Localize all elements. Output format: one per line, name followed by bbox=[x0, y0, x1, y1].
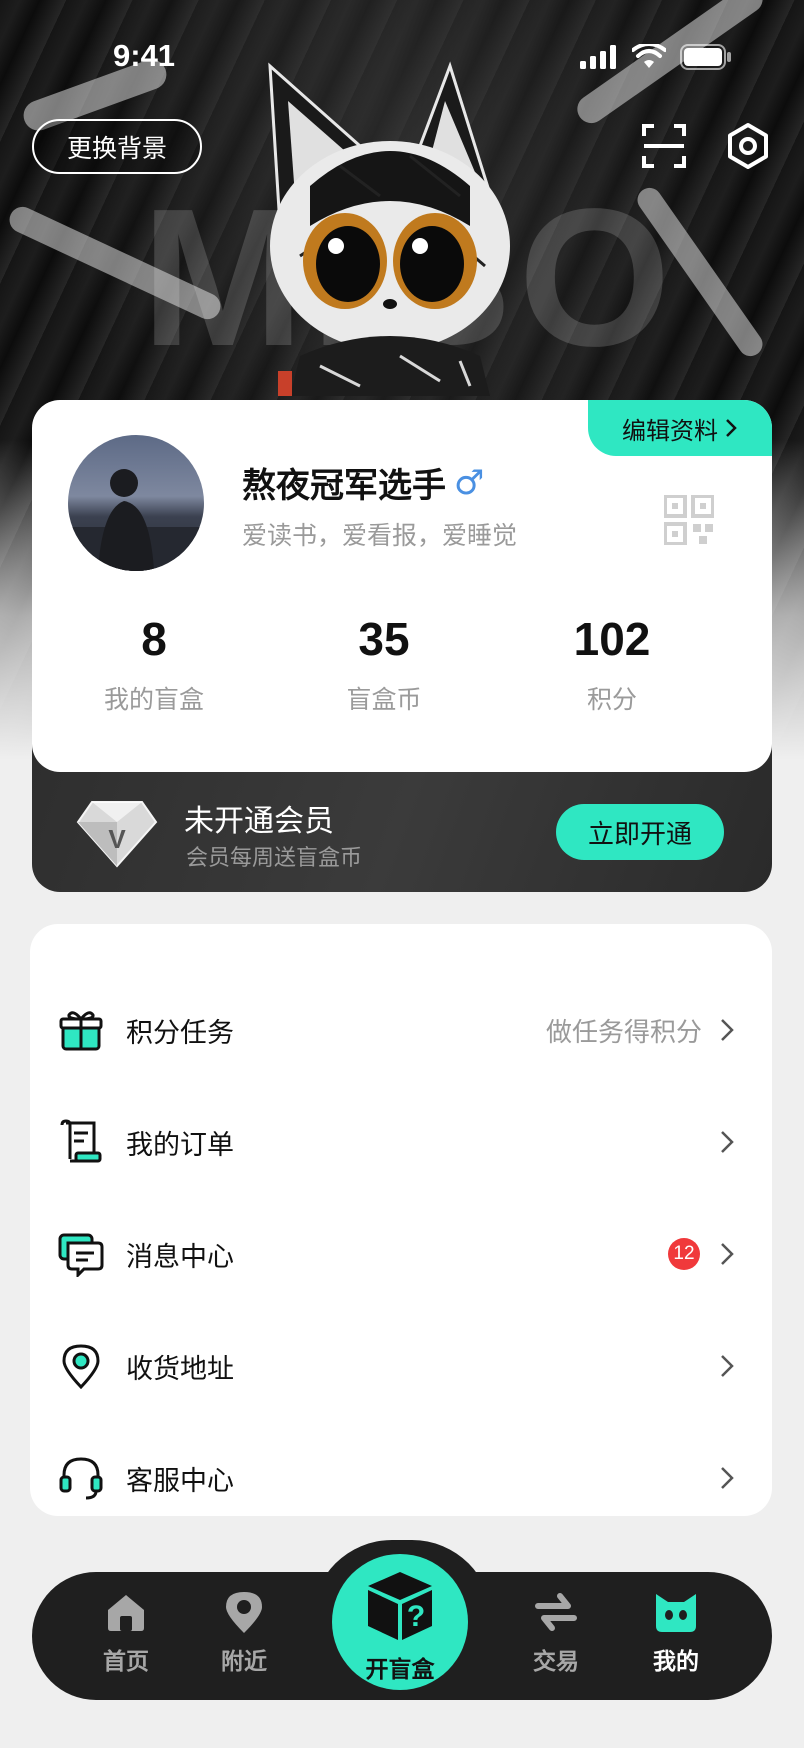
status-time: 9:41 bbox=[113, 38, 176, 73]
avatar-person-silhouette bbox=[68, 469, 204, 571]
headset-icon bbox=[59, 1457, 103, 1500]
diamond-vip-icon: V bbox=[76, 801, 158, 868]
edit-profile-button[interactable]: 编辑资料 bbox=[588, 400, 772, 456]
tab-home[interactable]: 首页 bbox=[76, 1590, 176, 1676]
chevron-right-icon bbox=[721, 1243, 734, 1265]
stat-label: 积分 bbox=[586, 685, 637, 714]
tab-label: 首页 bbox=[103, 1649, 149, 1675]
menu-label: 客服中心 bbox=[126, 1465, 234, 1497]
menu-label: 我的订单 bbox=[126, 1129, 234, 1161]
home-icon bbox=[108, 1595, 144, 1631]
tab-trade[interactable]: 交易 bbox=[506, 1590, 606, 1676]
vip-subtitle: 会员每周送盲盒币 bbox=[186, 846, 363, 871]
vip-icon-letter: V bbox=[108, 824, 126, 854]
change-background-button[interactable]: 更换背景 bbox=[32, 119, 202, 174]
status-icons bbox=[580, 44, 732, 70]
nickname-text: 熬夜冠军选手 bbox=[242, 466, 446, 506]
battery-icon bbox=[680, 44, 731, 70]
chevron-right-icon bbox=[721, 1131, 734, 1153]
activate-vip-button[interactable]: 立即开通 bbox=[556, 804, 724, 860]
menu-list: 积分任务 做任务得积分 我的订单 消息中心 12 收货地址 客服中心 bbox=[30, 924, 772, 1516]
cat-figure-image bbox=[268, 61, 510, 396]
location-icon bbox=[226, 1592, 262, 1633]
order-scroll-icon bbox=[60, 1119, 102, 1163]
stat-value: 35 bbox=[358, 613, 410, 665]
tab-open-blind-box[interactable]: ? 开盲盒 bbox=[332, 1554, 468, 1690]
chevron-right-icon bbox=[726, 419, 737, 437]
stat-points[interactable]: 102 积分 bbox=[512, 612, 712, 716]
stat-my-boxes[interactable]: 8 我的盲盒 bbox=[54, 612, 254, 716]
menu-item-shipping-address[interactable]: 收货地址 bbox=[30, 1310, 772, 1422]
menu-item-customer-service[interactable]: 客服中心 bbox=[30, 1422, 772, 1534]
exchange-icon bbox=[535, 1593, 577, 1631]
tab-label: 我的 bbox=[653, 1649, 699, 1675]
stat-label: 盲盒币 bbox=[346, 685, 422, 714]
tab-label: 开盲盒 bbox=[365, 1657, 435, 1683]
gift-icon bbox=[59, 1011, 103, 1051]
avatar[interactable] bbox=[68, 435, 204, 571]
menu-label: 积分任务 bbox=[126, 1017, 234, 1049]
menu-item-message-center[interactable]: 消息中心 12 bbox=[30, 1198, 772, 1310]
chevron-right-icon bbox=[721, 1019, 734, 1041]
settings-icon[interactable] bbox=[724, 122, 772, 170]
edit-profile-label: 编辑资料 bbox=[622, 416, 718, 445]
tab-label: 交易 bbox=[533, 1649, 579, 1675]
gender-male-icon: ♂ bbox=[454, 462, 485, 503]
stat-value: 8 bbox=[141, 613, 167, 665]
qr-code-icon[interactable] bbox=[664, 495, 714, 545]
stat-label: 我的盲盒 bbox=[103, 685, 204, 714]
mystery-box-icon: ? bbox=[368, 1572, 432, 1640]
menu-label: 消息中心 bbox=[126, 1241, 234, 1273]
cellular-signal-icon bbox=[580, 45, 616, 69]
menu-label: 收货地址 bbox=[126, 1353, 234, 1385]
nickname: 熬夜冠军选手 ♂ bbox=[242, 458, 484, 507]
tab-nearby[interactable]: 附近 bbox=[194, 1590, 294, 1676]
menu-item-my-orders[interactable]: 我的订单 bbox=[30, 1086, 772, 1198]
scan-icon[interactable] bbox=[640, 122, 688, 170]
stat-value: 102 bbox=[573, 613, 651, 665]
bio: 爱读书，爱看报，爱睡觉 bbox=[242, 521, 518, 550]
profile-card: 编辑资料 熬夜冠军选手 ♂ 爱读书，爱看报，爱睡觉 8 我的盲盒 35 盲盒币 bbox=[32, 400, 772, 772]
menu-item-points-tasks[interactable]: 积分任务 做任务得积分 bbox=[30, 974, 772, 1086]
chevron-right-icon bbox=[721, 1467, 734, 1489]
location-pin-icon bbox=[62, 1344, 100, 1389]
tab-label: 附近 bbox=[221, 1649, 267, 1675]
unread-badge: 12 bbox=[668, 1238, 700, 1270]
vip-title: 未开通会员 bbox=[184, 804, 334, 839]
cat-face-icon bbox=[656, 1594, 696, 1632]
message-icon bbox=[58, 1233, 104, 1277]
stat-box-coins[interactable]: 35 盲盒币 bbox=[284, 612, 484, 716]
chevron-right-icon bbox=[721, 1355, 734, 1377]
wifi-icon bbox=[632, 44, 666, 68]
menu-hint: 做任务得积分 bbox=[545, 1017, 702, 1048]
svg-text:?: ? bbox=[407, 1600, 425, 1633]
tab-mine[interactable]: 我的 bbox=[626, 1590, 726, 1676]
